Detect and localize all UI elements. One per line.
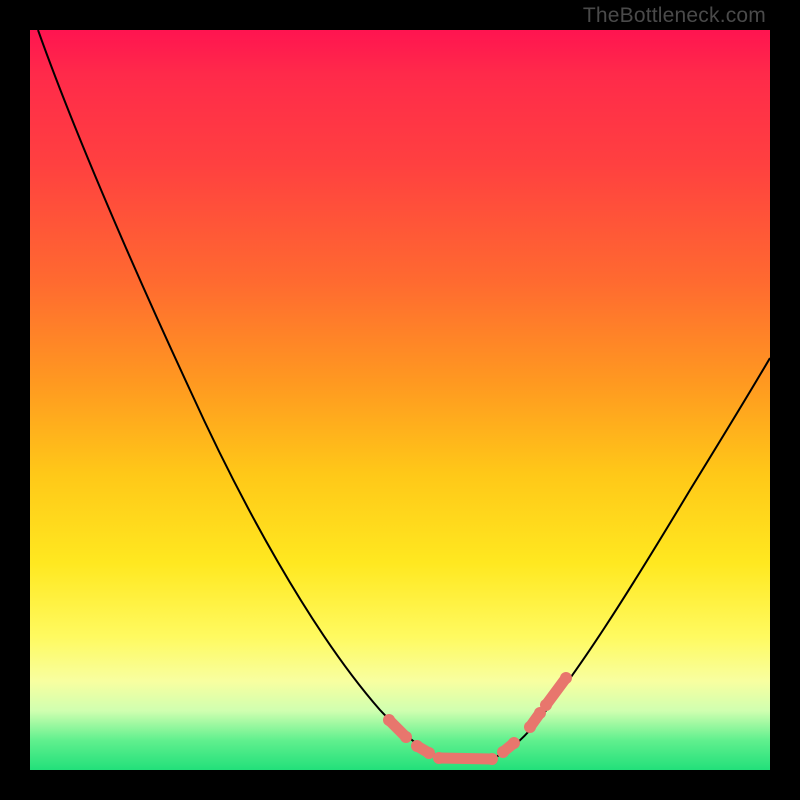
marker-dot [540,699,552,711]
bottleneck-curve-svg [30,30,770,770]
gradient-plot-area [30,30,770,770]
marker-dot [524,721,536,733]
marker-dot [400,731,412,743]
bottleneck-curve-path [38,30,770,762]
marker-dot [560,672,572,684]
marker-dot [411,740,423,752]
marker-seg-3 [439,758,492,759]
marker-dot [497,746,509,758]
watermark-text: TheBottleneck.com [583,4,766,28]
outer-frame: TheBottleneck.com [0,0,800,800]
marker-dot [433,752,445,764]
marker-dot [486,753,498,765]
marker-dot [508,737,520,749]
marker-dot [383,714,395,726]
